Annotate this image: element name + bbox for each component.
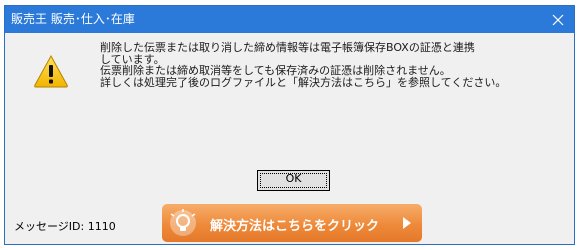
play-arrow-icon — [403, 217, 411, 229]
warning-icon — [34, 54, 68, 88]
message-line: 削除した伝票または取り消した締め情報等は電子帳簿保存BOXの証憑と連携 — [100, 41, 475, 54]
window-title: 販売王 販売･仕入･在庫 — [11, 12, 135, 26]
solution-help-button[interactable]: 解決方法はこちらをクリック — [162, 204, 422, 242]
ok-button[interactable]: OK — [257, 170, 330, 191]
help-button-label: 解決方法はこちらをクリック — [210, 219, 380, 234]
lightbulb-icon — [170, 209, 196, 236]
close-icon[interactable] — [548, 10, 568, 30]
dialog-window: 販売王 販売･仕入･在庫 削除した伝票または取り消した締め情報等は電子帳簿保存B… — [4, 5, 575, 245]
title-bar: 販売王 販売･仕入･在庫 — [5, 6, 574, 33]
message-line: 詳しくは処理完了後のログファイルと「解決方法はこちら」を参照してください。 — [100, 75, 507, 89]
message-id: メッセージID: 1110 — [14, 220, 116, 233]
message-line: 伝票削除または締め取消等をしても保存済みの証憑は削除されません。 — [100, 64, 451, 77]
message-text: 削除した伝票または取り消した締め情報等は電子帳簿保存BOXの証憑と連携 していま… — [100, 42, 540, 88]
ok-button-label: OK — [285, 172, 302, 185]
